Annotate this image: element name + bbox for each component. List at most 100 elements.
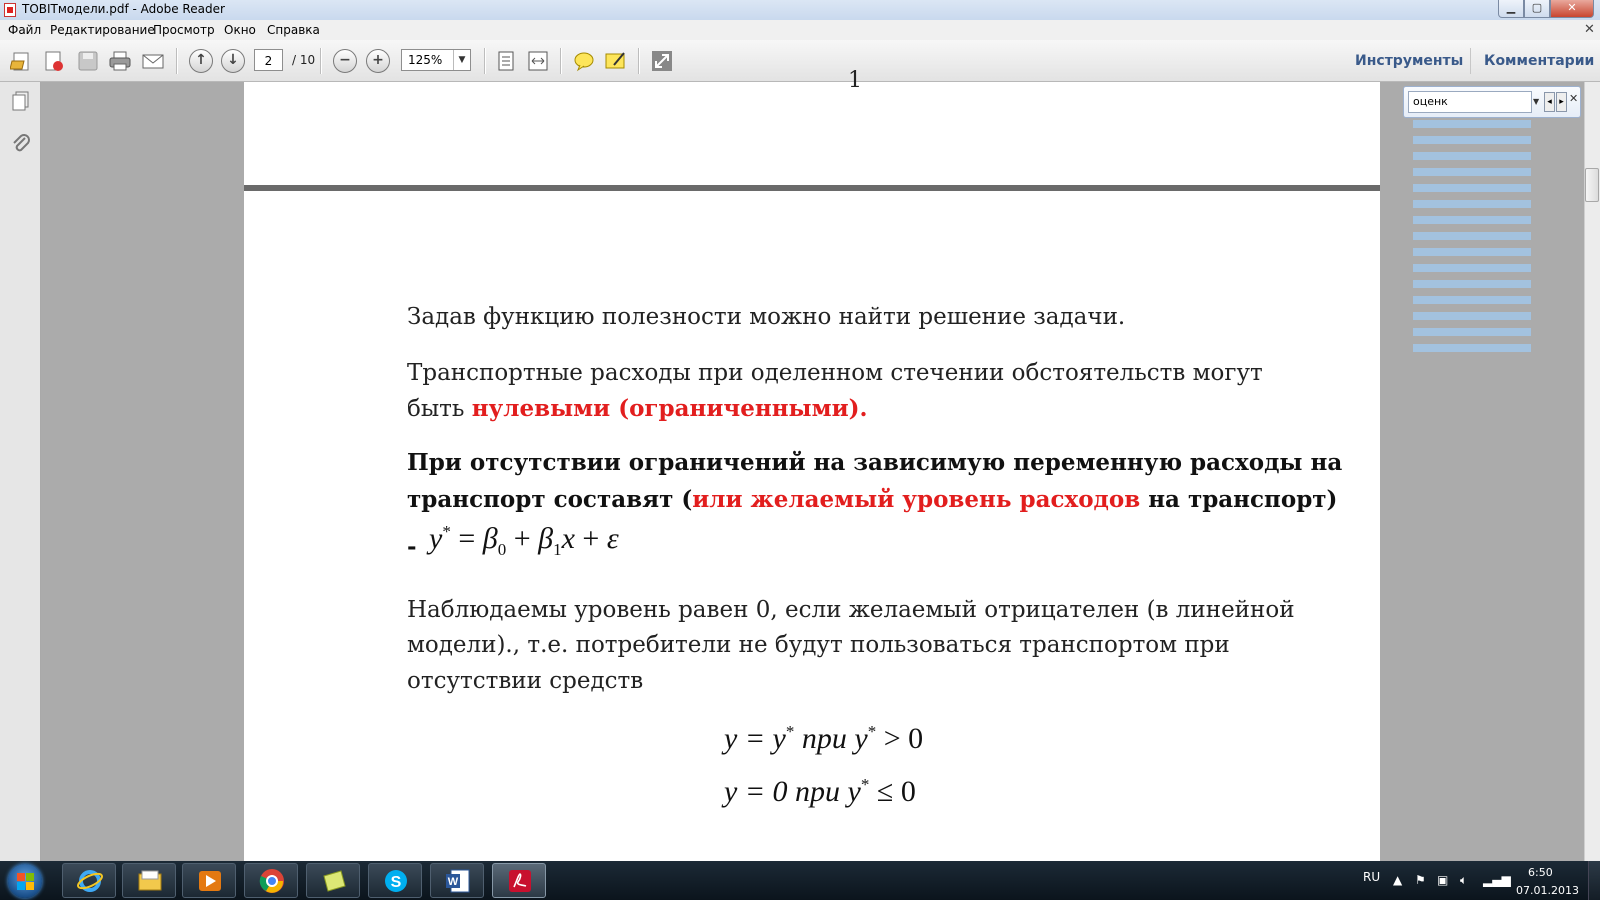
search-result-item[interactable] xyxy=(1413,296,1531,304)
email-button[interactable] xyxy=(141,49,165,73)
search-result-item[interactable] xyxy=(1413,344,1531,352)
maximize-button[interactable]: ▢ xyxy=(1524,0,1550,18)
search-result-item[interactable] xyxy=(1413,200,1531,208)
taskbar-word[interactable]: W xyxy=(430,863,484,898)
search-result-item[interactable] xyxy=(1413,184,1531,192)
search-previous-button[interactable]: ◂ xyxy=(1544,92,1555,112)
search-result-item[interactable] xyxy=(1413,328,1531,336)
speech-bubble-icon xyxy=(574,52,594,72)
next-page-button[interactable]: ↓ xyxy=(221,49,245,73)
svg-text:S: S xyxy=(391,874,402,891)
search-result-item[interactable] xyxy=(1413,216,1531,224)
text: быть xyxy=(407,396,472,422)
close-icon[interactable]: ✕ xyxy=(1569,92,1578,105)
skype-icon: S xyxy=(385,870,407,892)
internet-explorer-icon xyxy=(77,870,103,892)
search-result-item[interactable] xyxy=(1413,248,1531,256)
windows-logo-icon xyxy=(17,873,25,881)
highlight-button[interactable] xyxy=(604,49,628,73)
fullscreen-button[interactable] xyxy=(650,49,674,73)
close-document-icon[interactable]: ✕ xyxy=(1584,22,1595,37)
text: транспорт составят ( xyxy=(407,486,693,513)
open-file-button[interactable] xyxy=(9,49,34,73)
equation-censored-positive: y = y* при y* > 0 xyxy=(724,722,924,755)
folder-icon xyxy=(138,870,162,891)
zoom-in-button[interactable]: + xyxy=(366,49,390,73)
print-icon xyxy=(109,51,131,71)
previous-page-button[interactable]: ↑ xyxy=(189,49,213,73)
chevron-down-icon[interactable]: ▼ xyxy=(1533,92,1543,112)
menu-view[interactable]: Просмотр xyxy=(153,23,215,37)
menu-help[interactable]: Справка xyxy=(267,23,320,37)
search-result-item[interactable] xyxy=(1413,152,1531,160)
navigation-pane xyxy=(0,82,41,861)
chrome-icon xyxy=(259,869,284,893)
text: на транспорт) xyxy=(1140,486,1338,513)
arrow-down-icon: ↓ xyxy=(227,52,239,68)
search-result-item[interactable] xyxy=(1413,312,1531,320)
minimize-button[interactable]: ▁ xyxy=(1498,0,1524,18)
signal-icon[interactable]: ▂▄▆ xyxy=(1483,873,1511,887)
fit-width-icon xyxy=(528,51,548,71)
add-comment-button[interactable] xyxy=(572,49,596,73)
taskbar-chrome[interactable] xyxy=(244,863,298,898)
search-panel: оценк ▼ ◂ ▸ ✕ xyxy=(1403,86,1581,118)
taskbar-sticky-notes[interactable] xyxy=(306,863,360,898)
paperclip-icon xyxy=(13,134,30,152)
attachments-button[interactable] xyxy=(10,132,32,158)
fit-width-button[interactable] xyxy=(526,49,550,73)
create-pdf-icon xyxy=(45,51,63,71)
highlighter-icon xyxy=(605,52,625,69)
page-thumbnails-button[interactable] xyxy=(10,90,32,116)
toolbar: ↑ ↓ 2 / 10 − + 125% ▼ Инструменты Коммен… xyxy=(0,40,1600,82)
fit-page-icon xyxy=(498,51,514,71)
save-button[interactable] xyxy=(76,49,100,73)
start-button[interactable] xyxy=(8,864,42,898)
paragraph-4-line-2: модели)., т.е. потребители не будут поль… xyxy=(407,632,1230,658)
zoom-select[interactable]: 125% ▼ xyxy=(401,49,471,71)
search-result-item[interactable] xyxy=(1413,232,1531,240)
highlighted-text: нулевыми (ограниченными). xyxy=(471,395,868,422)
show-hidden-icons-icon[interactable]: ▲ xyxy=(1393,873,1402,887)
menu-edit[interactable]: Редактирование xyxy=(50,23,155,37)
search-result-item[interactable] xyxy=(1413,168,1531,176)
keyboard-language[interactable]: RU xyxy=(1363,870,1380,884)
arrow-right-icon: ▸ xyxy=(1559,97,1564,107)
print-button[interactable] xyxy=(108,49,132,73)
page-total: / 10 xyxy=(292,53,316,67)
menu-file[interactable]: Файл xyxy=(8,23,41,37)
tools-pane-button[interactable]: Инструменты xyxy=(1355,53,1463,69)
open-file-icon xyxy=(9,52,29,71)
search-result-item[interactable] xyxy=(1413,264,1531,272)
fit-page-button[interactable] xyxy=(494,49,518,73)
taskbar-media-player[interactable] xyxy=(182,863,236,898)
chevron-down-icon[interactable]: ▼ xyxy=(453,50,470,70)
clock-date[interactable]: 07.01.2013 xyxy=(1516,884,1579,897)
taskbar-adobe-reader[interactable] xyxy=(492,863,546,898)
taskbar-skype[interactable]: S xyxy=(368,863,422,898)
taskbar-explorer[interactable] xyxy=(122,863,176,898)
close-button[interactable]: ✕ xyxy=(1550,0,1594,18)
show-desktop-button[interactable] xyxy=(1588,861,1600,900)
equation-censored-zero: y = 0 при y* ≤ 0 xyxy=(724,775,916,808)
comments-pane-button[interactable]: Комментарии xyxy=(1484,53,1594,69)
menu-bar: Файл Редактирование Просмотр Окно Справк… xyxy=(0,20,1600,40)
scrollbar-thumb[interactable] xyxy=(1585,168,1599,202)
page-number-input[interactable]: 2 xyxy=(254,49,283,71)
action-center-icon[interactable]: ⚑ xyxy=(1415,873,1426,887)
create-pdf-button[interactable] xyxy=(42,49,66,73)
search-result-item[interactable] xyxy=(1413,280,1531,288)
search-next-button[interactable]: ▸ xyxy=(1556,92,1567,112)
search-input[interactable]: оценк xyxy=(1408,91,1532,113)
zoom-out-button[interactable]: − xyxy=(333,49,357,73)
taskbar-internet-explorer[interactable] xyxy=(62,863,116,898)
clock-time[interactable]: 6:50 xyxy=(1528,866,1553,879)
search-result-item[interactable] xyxy=(1413,120,1531,128)
arrow-up-icon: ↑ xyxy=(195,52,207,68)
menu-window[interactable]: Окно xyxy=(224,23,256,37)
network-icon[interactable]: ▣ xyxy=(1437,873,1448,887)
search-result-item[interactable] xyxy=(1413,136,1531,144)
volume-icon[interactable]: 🔈︎ xyxy=(1460,873,1467,888)
paragraph-3-line-1: При отсутствии ограничений на зависимую … xyxy=(407,449,1343,476)
svg-text:W: W xyxy=(448,876,459,888)
